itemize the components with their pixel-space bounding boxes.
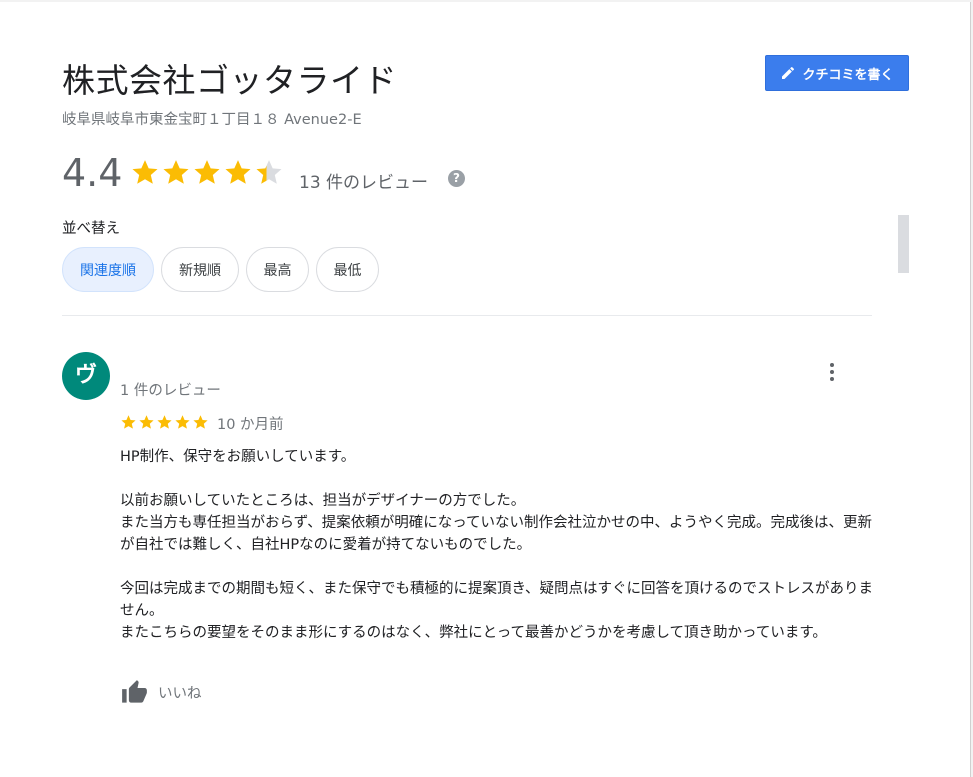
star-icon [121, 415, 136, 429]
review-paragraph: 以前お願いしていたところは、担当がデザイナーの方でした。 [120, 493, 526, 509]
average-rating: 4.4 [62, 151, 123, 195]
star-icon [139, 415, 154, 429]
star-icon [163, 160, 189, 184]
sort-chip-newest[interactable]: 新規順 [161, 247, 239, 292]
help-icon[interactable]: ? [448, 170, 465, 187]
business-name: 株式会社ゴッタライド [62, 61, 397, 100]
star-icon [193, 415, 208, 429]
business-address: 岐阜県岐阜市東金宝町１丁目１８ Avenue2-E [62, 112, 362, 128]
thumbs-up-icon [122, 680, 147, 703]
star-icon [132, 160, 158, 184]
write-review-button[interactable]: クチコミを書く [765, 55, 909, 91]
star-icon [157, 415, 172, 429]
scrollbar-thumb[interactable] [898, 215, 909, 273]
like-label: いいね [158, 686, 202, 702]
like-button[interactable]: いいね [120, 679, 202, 706]
pencil-icon [782, 66, 795, 79]
write-review-label: クチコミを書く [802, 67, 894, 83]
star-icon [256, 160, 282, 184]
review-paragraph: またこちらの要望をそのまま形にするのはなく、弊社にとって最善かどうかを考慮して頂… [120, 625, 827, 641]
rating-stars [130, 152, 284, 192]
sort-label: 並べ替え [62, 221, 120, 237]
avatar[interactable]: ヴ [62, 352, 110, 400]
sort-chip-highest[interactable]: 最高 [246, 247, 309, 292]
star-icon [225, 160, 251, 184]
more-options-icon[interactable] [822, 360, 842, 384]
star-icon [175, 415, 190, 429]
review-count: 13 件のレビュー [299, 173, 429, 193]
reviewer-review-count: 1 件のレビュー [120, 383, 221, 399]
review-paragraph: 今回は完成までの期間も短く、また保守でも積極的に提案頂き、疑問点はすぐに回答を頂… [120, 581, 873, 619]
review-stars [120, 412, 209, 432]
sort-chip-lowest[interactable]: 最低 [316, 247, 379, 292]
review-time: 10 か月前 [217, 417, 284, 433]
star-icon [194, 160, 220, 184]
reviews-panel: 株式会社ゴッタライド 岐阜県岐阜市東金宝町１丁目１８ Avenue2-E クチコ… [0, 2, 971, 777]
review-text: HP制作、保守をお願いしています。 以前お願いしていたところは、担当がデザイナー… [120, 446, 874, 644]
review-paragraph: また当方も専任担当がおらず、提案依頼が明確になっていない制作会社泣かせの中、よう… [120, 515, 872, 553]
sort-chip-relevance[interactable]: 関連度順 [62, 247, 154, 292]
review-paragraph: HP制作、保守をお願いしています。 [120, 449, 356, 465]
divider [62, 315, 872, 316]
